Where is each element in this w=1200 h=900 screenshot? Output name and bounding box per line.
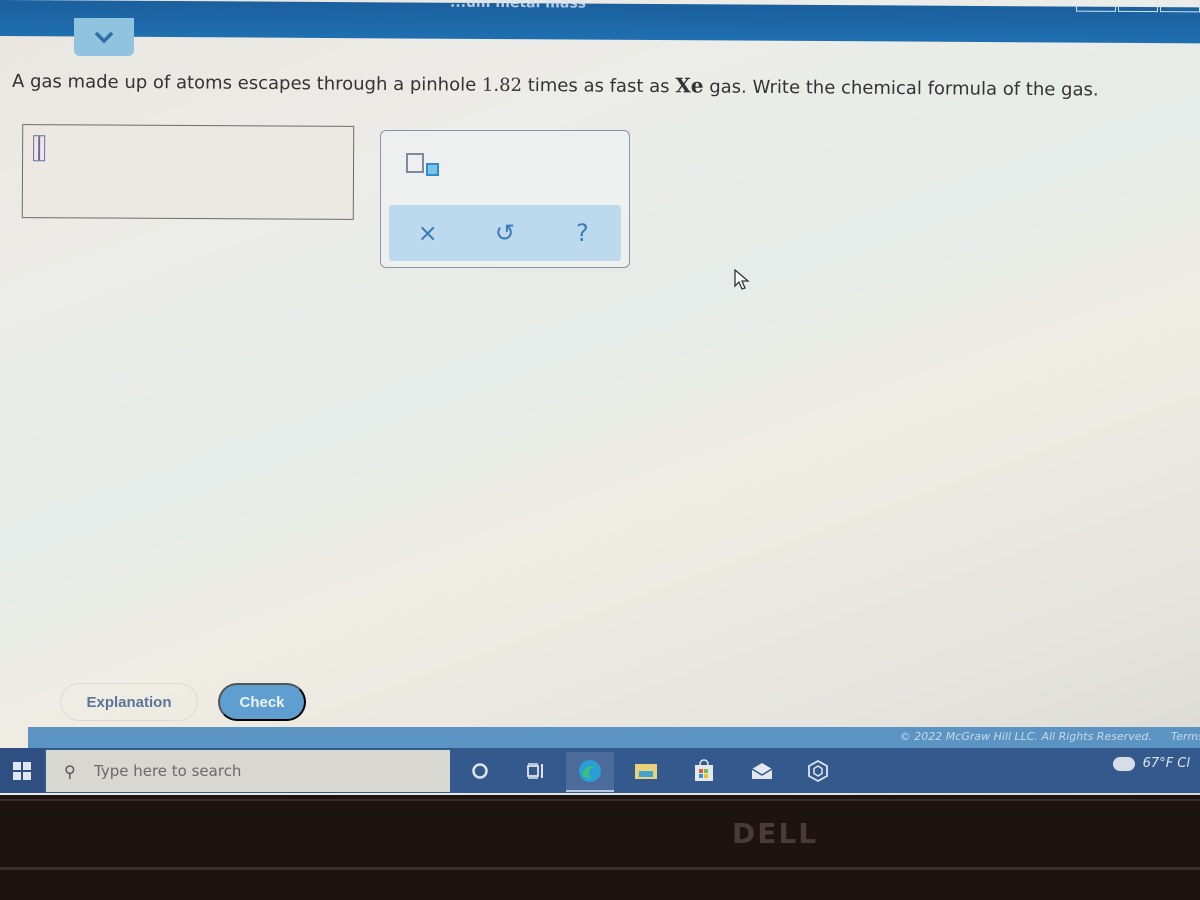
subscript-base-icon: [406, 153, 424, 173]
start-button[interactable]: [0, 748, 44, 793]
copyright-text: © 2022 McGraw Hill LLC. All Rights Reser…: [899, 730, 1152, 743]
footer-bar: © 2022 McGraw Hill LLC. All Rights Reser…: [28, 727, 1200, 749]
question-text: A gas made up of atoms escapes through a…: [12, 68, 1192, 101]
check-button[interactable]: Check: [218, 683, 306, 721]
weather-text: 67°F Cl: [1142, 756, 1190, 771]
file-explorer-icon[interactable]: [622, 752, 670, 790]
header-title: ...um metal mass: [450, 0, 586, 12]
dell-logo: DELL: [732, 817, 819, 850]
explanation-button[interactable]: Explanation: [60, 683, 198, 721]
cortana-icon[interactable]: [456, 752, 504, 790]
terms-link[interactable]: Terms: [1171, 730, 1200, 743]
clear-icon[interactable]: ×: [408, 219, 448, 247]
header-controls: [1076, 4, 1200, 13]
palette-action-bar: × ↺ ?: [389, 205, 621, 261]
collapse-button[interactable]: [74, 18, 134, 56]
header-bar: ...um metal mass: [0, 0, 1200, 44]
question-middle: times as fast as: [521, 75, 676, 98]
header-control[interactable]: [1118, 4, 1158, 13]
header-control[interactable]: [1076, 4, 1116, 12]
undo-icon[interactable]: ↺: [485, 219, 525, 247]
tool-palette: × ↺ ?: [380, 130, 630, 268]
help-icon[interactable]: ?: [562, 219, 602, 247]
search-icon: ⚲: [64, 761, 76, 781]
weather-widget[interactable]: 67°F Cl: [1112, 756, 1190, 771]
chevron-down-icon: [94, 31, 114, 44]
store-icon[interactable]: [680, 752, 728, 790]
reference-gas: Xe: [675, 73, 704, 98]
subscript-button[interactable]: [406, 153, 442, 179]
app-icon[interactable]: [794, 752, 842, 790]
bezel-edge: [0, 799, 1200, 801]
screen: ...um metal mass A gas made up of atoms …: [0, 0, 1200, 795]
taskbar-search-input[interactable]: [92, 761, 416, 781]
mail-icon[interactable]: [738, 752, 786, 790]
question-prefix: A gas made up of atoms escapes through a…: [11, 71, 483, 96]
task-view-icon[interactable]: [512, 752, 560, 790]
header-control[interactable]: [1160, 5, 1200, 13]
mouse-pointer-icon: [734, 269, 750, 290]
rate-ratio: 1.82: [481, 74, 523, 97]
subscript-small-icon: [426, 163, 439, 176]
cloud-icon: [1112, 756, 1135, 771]
windows-logo-icon: [13, 761, 31, 780]
taskbar: ⚲ 67°F Cl: [0, 748, 1200, 793]
answer-input[interactable]: [21, 124, 355, 220]
monitor-bezel: DELL: [0, 795, 1200, 900]
taskbar-search[interactable]: ⚲: [46, 750, 450, 792]
text-cursor-icon: [33, 135, 46, 162]
question-suffix: gas. Write the chemical formula of the g…: [703, 76, 1099, 101]
bezel-edge: [0, 867, 1200, 870]
edge-icon[interactable]: [566, 752, 614, 792]
